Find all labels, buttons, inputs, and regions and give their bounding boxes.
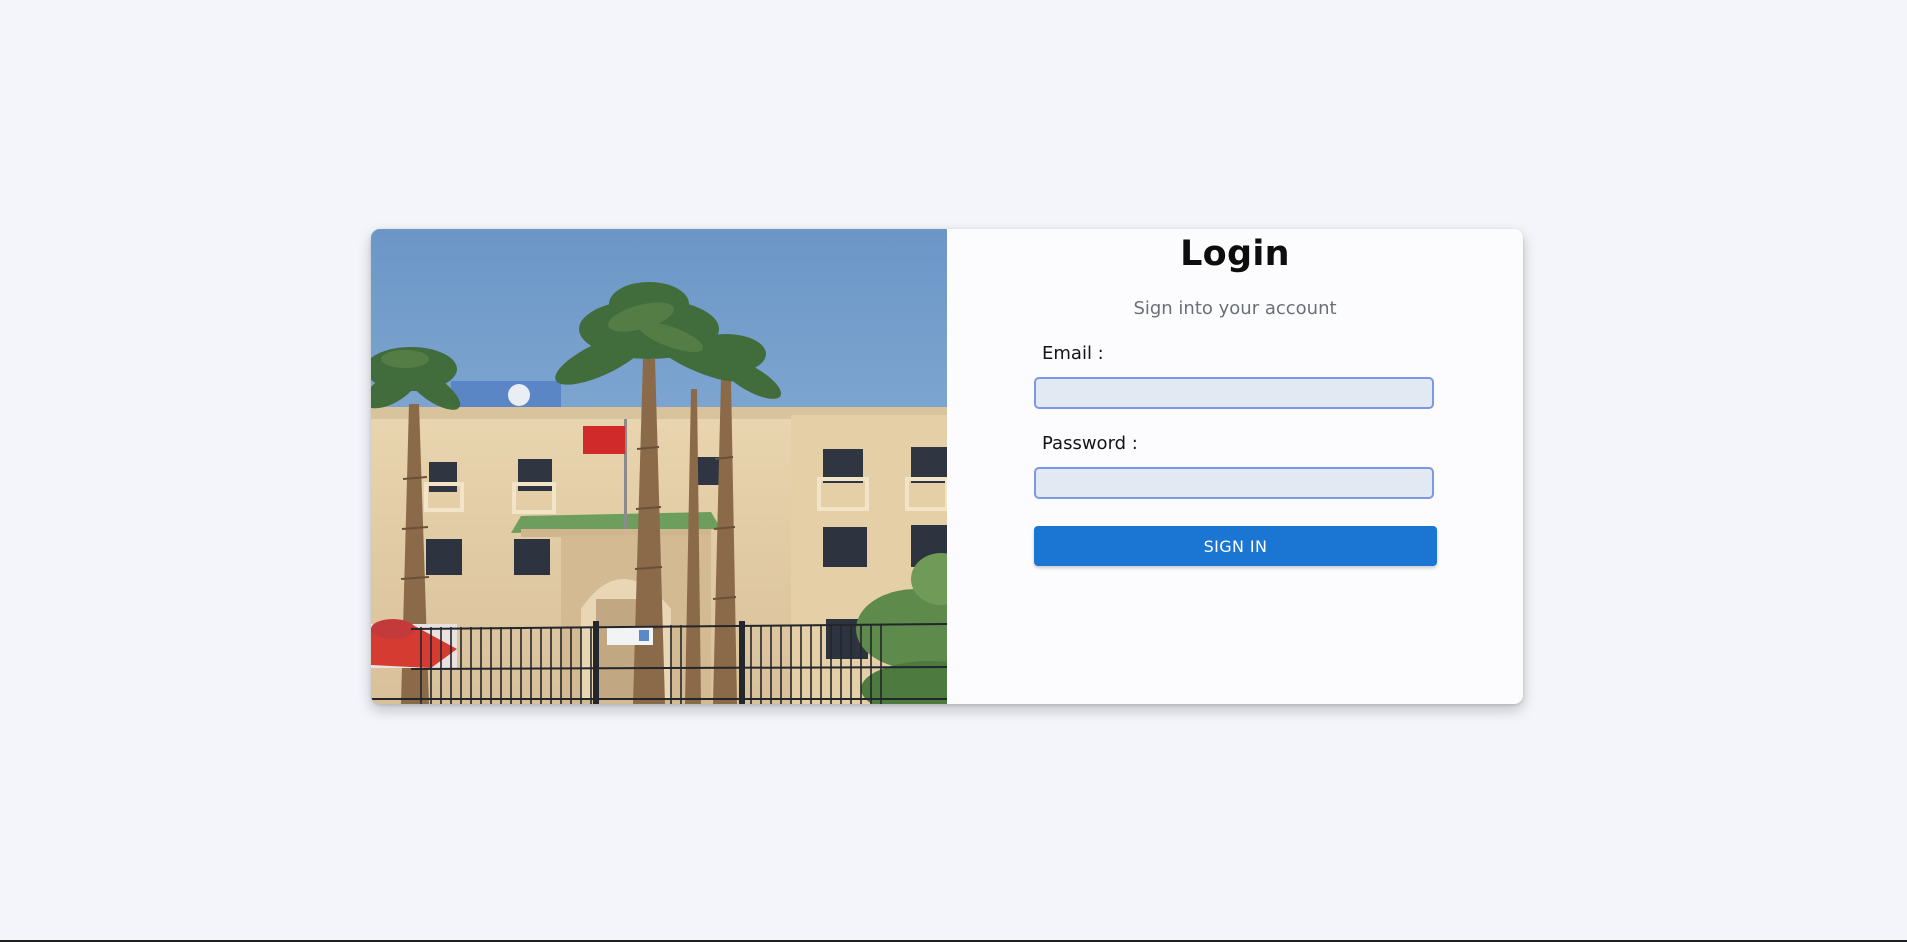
login-title: Login (1180, 234, 1290, 274)
password-field[interactable] (1034, 467, 1434, 499)
login-page: Login Sign into your account Email : Pas… (0, 0, 1907, 942)
building-photo (371, 229, 947, 704)
login-subtitle: Sign into your account (1133, 298, 1337, 319)
password-label: Password : (1042, 433, 1138, 454)
login-card: Login Sign into your account Email : Pas… (371, 229, 1523, 704)
email-label: Email : (1042, 343, 1104, 364)
login-form: Login Sign into your account Email : Pas… (947, 229, 1523, 704)
email-field[interactable] (1034, 377, 1434, 409)
sign-in-button[interactable]: SIGN IN (1034, 526, 1437, 566)
